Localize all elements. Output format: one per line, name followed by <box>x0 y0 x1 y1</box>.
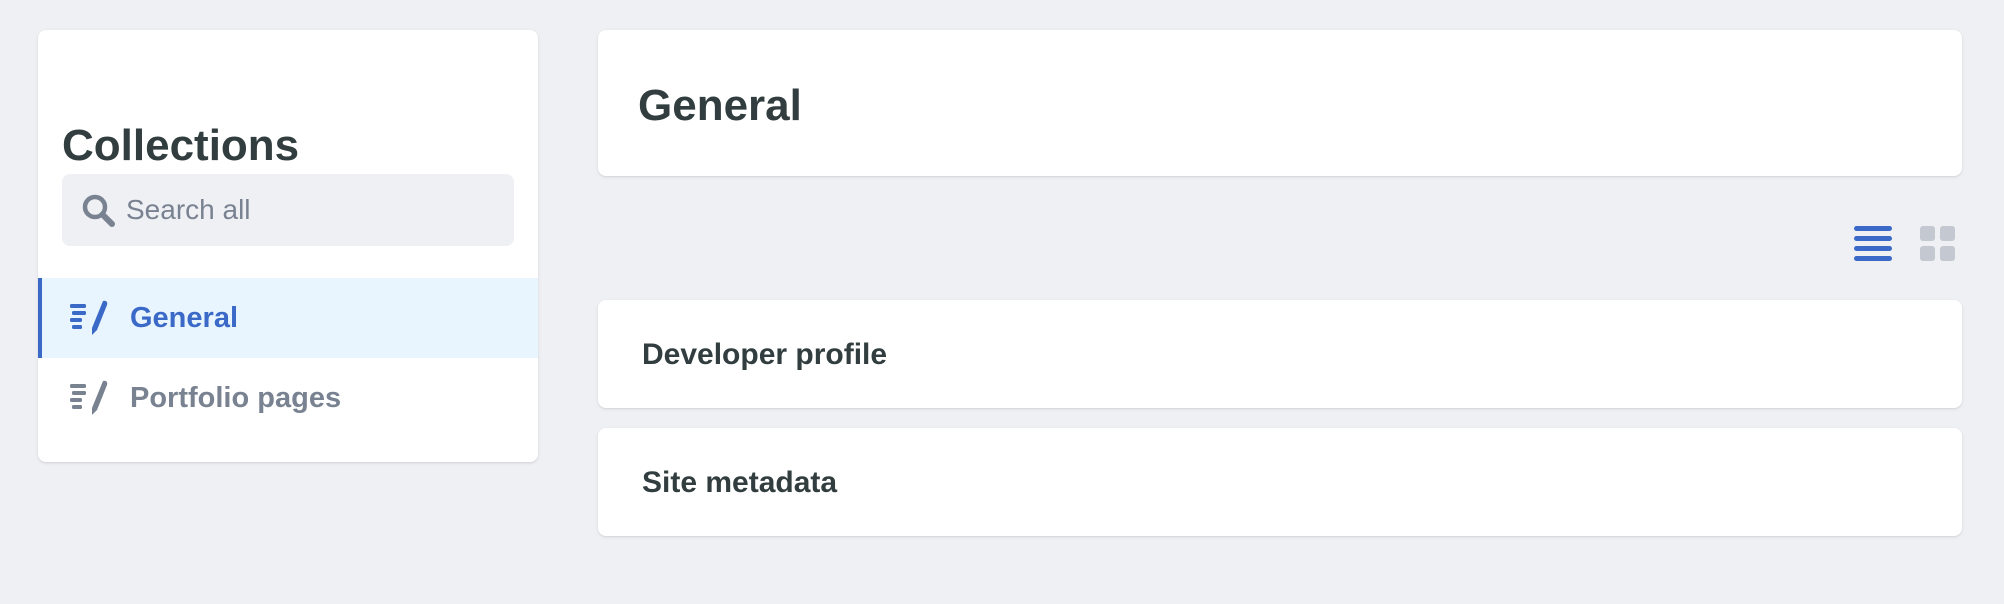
collection-header: General <box>598 30 1962 176</box>
edit-list-icon <box>70 300 108 335</box>
grid-view-button[interactable] <box>1920 224 1956 269</box>
list-view-icon <box>1854 226 1892 261</box>
entry-label: Site metadata <box>642 466 838 499</box>
entry-label: Developer profile <box>642 338 888 371</box>
search-icon <box>82 194 115 227</box>
list-view-button[interactable] <box>1854 224 1892 269</box>
sidebar-item-label: General <box>130 301 238 334</box>
sidebar-item-portfolio-pages[interactable]: Portfolio pages <box>38 358 538 438</box>
search-input[interactable] <box>126 174 496 246</box>
sidebar-item-general[interactable]: General <box>38 278 538 358</box>
sidebar-title: Collections <box>62 121 300 170</box>
entry-card-developer-profile[interactable]: Developer profile <box>598 300 1962 408</box>
sidebar-item-label: Portfolio pages <box>130 381 342 414</box>
search-box[interactable] <box>62 174 514 246</box>
page-title: General <box>638 81 802 130</box>
edit-list-icon <box>70 380 108 415</box>
entry-card-site-metadata[interactable]: Site metadata <box>598 428 1962 536</box>
collections-sidebar: Collections General Portfolio pages <box>38 30 538 462</box>
grid-view-icon <box>1920 226 1955 261</box>
